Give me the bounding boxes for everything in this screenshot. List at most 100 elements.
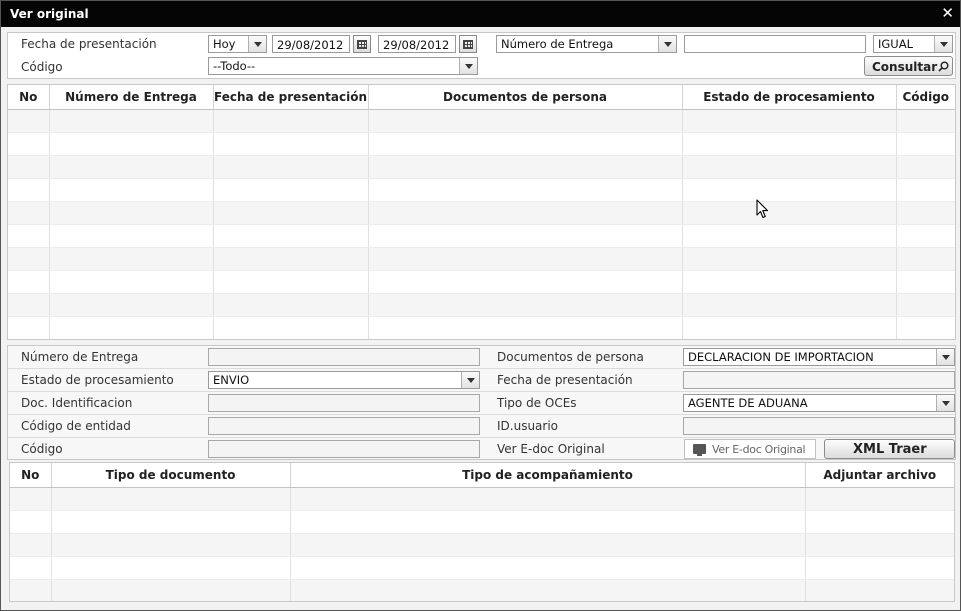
table-cell [8,224,50,248]
consultar-button[interactable]: Consultar [864,56,953,76]
table-cell [368,270,683,294]
operator-value: IGUAL [878,37,913,51]
table-cell [896,224,955,248]
table-row[interactable] [8,109,955,133]
calendar-from-button[interactable] [353,35,371,53]
codigo-select[interactable]: --Todo-- [208,57,478,75]
table-cell [10,510,52,534]
form-divider [8,437,955,438]
table-cell [368,224,683,248]
calendar-icon [463,40,473,49]
table-row[interactable] [10,556,954,580]
table-cell [8,201,50,225]
table-cell [49,247,214,271]
table-cell [49,109,214,133]
date-to-value: 29/08/2012 [383,38,450,52]
table-row[interactable] [8,247,955,271]
table-cell [290,487,806,511]
table-row[interactable] [8,178,955,202]
table-row[interactable] [8,201,955,225]
operator-select[interactable]: IGUAL [873,35,953,53]
table-row[interactable] [8,224,955,248]
table-cell [290,533,806,557]
table-row[interactable] [10,579,954,601]
tipo-oces-select[interactable]: AGENTE DE ADUANA [683,394,955,412]
table-cell [896,132,955,156]
table-row[interactable] [8,270,955,294]
table-cell [896,201,955,225]
id-usuario-field[interactable] [683,417,955,435]
documentos-persona-value: DECLARACION DE IMPORTACION [688,350,874,364]
chevron-down-icon [461,372,479,388]
table-cell [213,155,369,179]
calendar-to-button[interactable] [459,35,477,53]
col-header-documentos-persona[interactable]: Documentos de persona [368,85,683,110]
estado-procesamiento-select[interactable]: ENVIO [208,371,480,389]
col-header-adjuntar-archivo[interactable]: Adjuntar archivo [805,463,954,488]
chevron-down-icon [934,36,952,52]
table-cell [368,293,683,317]
table-row[interactable] [10,487,954,511]
table-cell [682,316,897,339]
col-header-no[interactable]: No [10,463,52,488]
numero-entrega-field[interactable] [208,348,480,366]
estado-procesamiento-value: ENVIO [213,373,250,387]
results-header-row: No Número de Entrega Fecha de presentaci… [8,85,955,110]
table-cell [51,579,291,601]
chevron-down-icon [658,36,676,52]
table-cell [8,247,50,271]
table-cell [213,201,369,225]
col-header-tipo-documento[interactable]: Tipo de documento [51,463,291,488]
table-cell [8,132,50,156]
results-table-panel: No Número de Entrega Fecha de presentaci… [7,84,956,340]
documentos-persona-label: Documentos de persona [497,350,644,364]
table-row[interactable] [8,293,955,317]
table-row[interactable] [8,155,955,179]
table-cell [805,487,954,511]
table-cell [51,556,291,580]
documentos-persona-select[interactable]: DECLARACION DE IMPORTACION [683,348,955,366]
chevron-down-icon [459,58,477,74]
table-cell [213,178,369,202]
monitor-icon [693,444,706,456]
table-row[interactable] [10,533,954,557]
table-cell [290,510,806,534]
codigo-field[interactable] [208,440,480,458]
fecha-presentacion-field[interactable] [683,371,955,389]
col-header-no[interactable]: No [8,85,50,110]
xml-traer-button[interactable]: XML Traer [824,439,955,459]
table-cell [8,178,50,202]
col-header-estado-procesamiento[interactable]: Estado de procesamiento [682,85,897,110]
chevron-down-icon [248,36,266,52]
col-header-codigo[interactable]: Código [896,85,955,110]
search-value-input[interactable] [684,35,866,53]
col-header-fecha-presentacion[interactable]: Fecha de presentación [213,85,369,110]
table-row[interactable] [8,132,955,156]
period-select[interactable]: Hoy [208,35,267,53]
table-cell [896,293,955,317]
table-cell [10,533,52,557]
search-field-select[interactable]: Número de Entrega [496,35,677,53]
form-divider [8,368,955,369]
ver-edoc-original-button[interactable]: Ver E-doc Original [684,439,816,459]
tipo-oces-label: Tipo de OCEs [497,396,577,410]
table-cell [49,316,214,339]
col-header-tipo-acompanamiento[interactable]: Tipo de acompañamiento [290,463,806,488]
doc-identificacion-field[interactable] [208,394,480,412]
estado-procesamiento-label: Estado de procesamiento [21,373,174,387]
table-row[interactable] [8,316,955,339]
table-cell [10,556,52,580]
codigo-entidad-label: Código de entidad [21,419,131,433]
close-icon[interactable]: ✕ [941,5,954,21]
codigo-entidad-field[interactable] [208,417,480,435]
attachments-table-body [10,487,954,601]
table-cell [896,178,955,202]
table-row[interactable] [10,510,954,534]
title-bar: Ver original ✕ [1,1,960,27]
table-cell [682,178,897,202]
col-header-numero-entrega[interactable]: Número de Entrega [49,85,214,110]
date-to-input[interactable]: 29/08/2012 [378,35,456,53]
table-cell [368,178,683,202]
table-cell [896,270,955,294]
date-from-input[interactable]: 29/08/2012 [272,35,350,53]
